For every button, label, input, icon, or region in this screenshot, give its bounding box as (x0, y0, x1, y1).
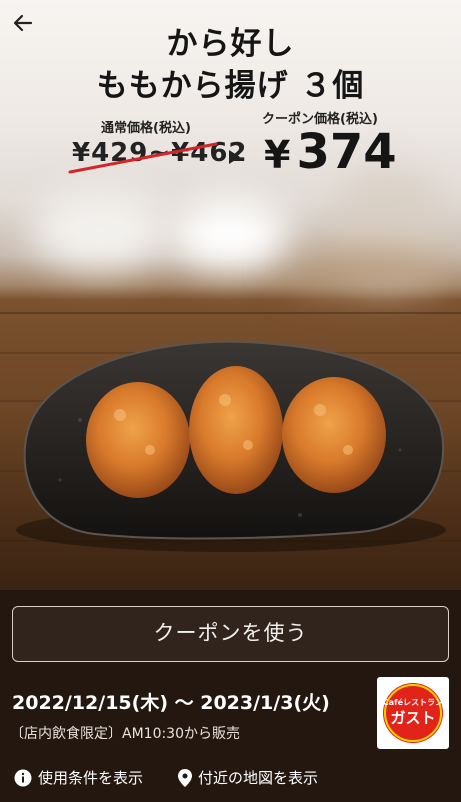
info-icon (14, 769, 32, 786)
validity-period: 2022/12/15(木) 〜 2023/1/3(火) (12, 692, 330, 714)
map-link-label: 付近の地図を表示 (198, 769, 319, 787)
svg-text:ガスト: ガスト (390, 709, 435, 727)
svg-text:Caféレストラン: Caféレストラン (383, 697, 443, 707)
location-pin-icon (178, 768, 192, 787)
karaage-plate-illustration (16, 340, 446, 552)
map-link[interactable]: 付近の地図を表示 (178, 767, 318, 788)
coupon-price-value: 374 (296, 124, 397, 180)
price-strikethrough (68, 142, 218, 174)
coupon-price: ¥374 (264, 124, 397, 180)
price-arrow-icon (229, 150, 240, 164)
usage-note: 〔店内飲食限定〕AM10:30から販売 (10, 726, 241, 742)
regular-price-label: 通常価格(税込) (101, 121, 191, 136)
coupon-title-line1: から好し (166, 26, 295, 62)
currency-symbol: ¥ (264, 133, 291, 177)
terms-link[interactable]: 使用条件を表示 (14, 767, 143, 788)
coupon-title-line2: ももから揚げ ３個 (96, 68, 365, 104)
terms-link-label: 使用条件を表示 (38, 769, 144, 787)
use-coupon-button[interactable]: クーポンを使う (12, 606, 449, 662)
gusto-logo-icon: Caféレストラン ガスト (383, 683, 443, 743)
gusto-logo: Caféレストラン ガスト (377, 677, 449, 749)
